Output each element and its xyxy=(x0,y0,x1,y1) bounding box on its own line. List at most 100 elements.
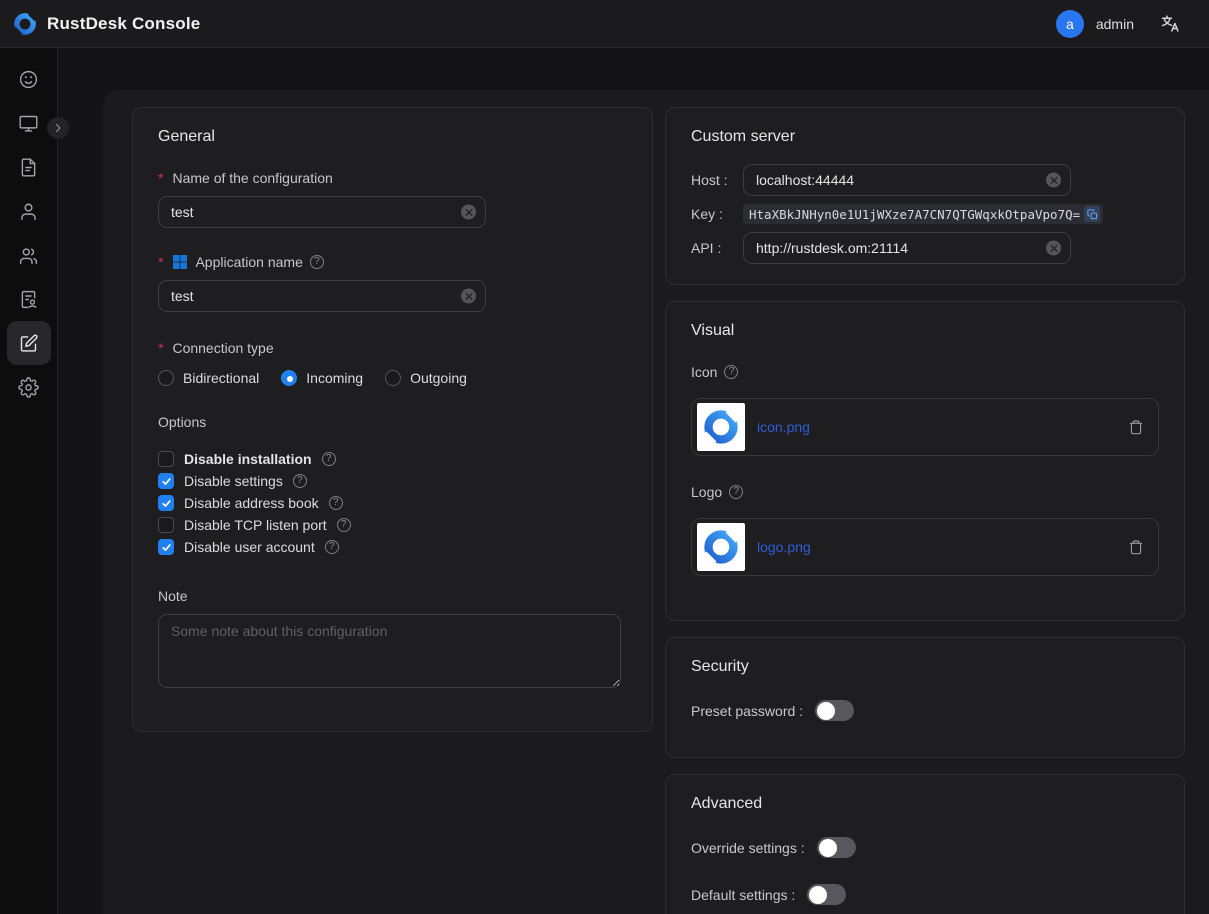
advanced-card: Advanced Override settings : Default set… xyxy=(665,774,1185,914)
avatar-initial: a xyxy=(1066,16,1074,32)
translate-icon[interactable] xyxy=(1160,13,1181,34)
note-label: Note xyxy=(158,588,627,604)
help-icon[interactable]: ? xyxy=(724,365,738,379)
gear-icon xyxy=(18,377,39,398)
sidebar-item-dashboard[interactable] xyxy=(7,57,51,101)
visual-card: Visual Icon ? xyxy=(665,301,1185,621)
edit-icon xyxy=(18,333,39,354)
monitor-icon xyxy=(18,113,39,134)
document-user-icon xyxy=(18,289,39,310)
document-icon xyxy=(18,157,39,178)
custom-server-card: Custom server Host : Key : H xyxy=(665,107,1185,285)
required-marker: * xyxy=(158,170,163,186)
content-panel: General * Name of the configuration xyxy=(103,90,1209,914)
smiley-icon xyxy=(18,69,39,90)
security-title: Security xyxy=(691,658,1159,676)
checkbox-disable-settings[interactable]: Disable settings ? xyxy=(158,470,627,492)
required-marker: * xyxy=(158,340,163,356)
api-input[interactable] xyxy=(743,232,1071,264)
icon-thumbnail xyxy=(697,403,745,451)
logo-upload-item: logo.png xyxy=(691,518,1159,576)
host-label: Host : xyxy=(691,172,743,188)
chevron-right-icon xyxy=(52,122,64,134)
rustdesk-logo-icon xyxy=(12,11,38,37)
preset-password-label: Preset password : xyxy=(691,703,803,719)
sidebar-expand-button[interactable] xyxy=(47,117,69,139)
connection-type-group: Bidirectional Incoming Outgoing xyxy=(158,370,627,386)
visual-title: Visual xyxy=(691,322,1159,340)
key-value-chip: HtaXBkJNHyn0e1U1jWXze7A7CN7QTGWqxkOtpaVp… xyxy=(743,204,1103,224)
required-marker: * xyxy=(158,254,163,270)
custom-server-title: Custom server xyxy=(691,128,1159,146)
connection-type-label: * Connection type xyxy=(158,340,627,356)
help-icon[interactable]: ? xyxy=(337,518,351,532)
clear-icon[interactable] xyxy=(461,205,476,220)
clear-icon[interactable] xyxy=(461,289,476,304)
app-name-input[interactable] xyxy=(158,280,486,312)
host-field xyxy=(743,164,1071,196)
radio-outgoing[interactable]: Outgoing xyxy=(385,370,467,386)
sidebar-item-groups[interactable] xyxy=(7,233,51,277)
override-settings-label: Override settings : xyxy=(691,840,805,856)
options-list: Disable installation ? Disable settings … xyxy=(158,448,627,558)
clear-icon[interactable] xyxy=(1046,241,1061,256)
radio-incoming[interactable]: Incoming xyxy=(281,370,363,386)
config-name-field xyxy=(158,196,486,228)
users-icon xyxy=(18,245,39,266)
icon-upload-item: icon.png xyxy=(691,398,1159,456)
avatar[interactable]: a xyxy=(1056,10,1084,38)
top-bar: RustDesk Console a admin xyxy=(0,0,1209,48)
username: admin xyxy=(1096,16,1134,32)
logo-label: Logo ? xyxy=(691,484,1159,500)
options-label: Options xyxy=(158,414,627,430)
copy-icon[interactable] xyxy=(1084,206,1100,222)
radio-bidirectional[interactable]: Bidirectional xyxy=(158,370,259,386)
checkbox-disable-user-account[interactable]: Disable user account ? xyxy=(158,536,627,558)
config-name-label: * Name of the configuration xyxy=(158,170,627,186)
help-icon[interactable]: ? xyxy=(729,485,743,499)
app-name-label: * Application name ? xyxy=(158,254,627,270)
trash-icon[interactable] xyxy=(1128,419,1144,435)
app-name-field xyxy=(158,280,486,312)
app-title: RustDesk Console xyxy=(47,14,200,34)
brand: RustDesk Console xyxy=(12,11,200,37)
sidebar xyxy=(0,48,58,914)
logo-thumbnail xyxy=(697,523,745,571)
help-icon[interactable]: ? xyxy=(293,474,307,488)
security-card: Security Preset password : xyxy=(665,637,1185,758)
sidebar-item-address-books[interactable] xyxy=(7,277,51,321)
user-icon xyxy=(18,201,39,222)
default-settings-row: Default settings : xyxy=(691,884,1159,905)
help-icon[interactable]: ? xyxy=(325,540,339,554)
host-input[interactable] xyxy=(743,164,1071,196)
icon-label: Icon ? xyxy=(691,364,1159,380)
config-name-input[interactable] xyxy=(158,196,486,228)
preset-password-toggle[interactable] xyxy=(815,700,854,721)
help-icon[interactable]: ? xyxy=(329,496,343,510)
help-icon[interactable]: ? xyxy=(310,255,324,269)
sidebar-item-custom-client[interactable] xyxy=(7,321,51,365)
trash-icon[interactable] xyxy=(1128,539,1144,555)
general-title: General xyxy=(158,128,627,146)
sidebar-item-settings[interactable] xyxy=(7,365,51,409)
clear-icon[interactable] xyxy=(1046,173,1061,188)
api-field xyxy=(743,232,1071,264)
default-settings-label: Default settings : xyxy=(691,887,795,903)
checkbox-disable-address-book[interactable]: Disable address book ? xyxy=(158,492,627,514)
api-label: API : xyxy=(691,240,743,256)
advanced-title: Advanced xyxy=(691,795,1159,813)
sidebar-item-users[interactable] xyxy=(7,189,51,233)
override-settings-row: Override settings : xyxy=(691,837,1159,858)
logo-filename-link[interactable]: logo.png xyxy=(757,539,811,555)
general-card: General * Name of the configuration xyxy=(132,107,653,732)
checkbox-disable-installation[interactable]: Disable installation ? xyxy=(158,448,627,470)
checkbox-disable-tcp-listen-port[interactable]: Disable TCP listen port ? xyxy=(158,514,627,536)
help-icon[interactable]: ? xyxy=(322,452,336,466)
windows-logo-icon xyxy=(172,254,188,270)
note-textarea[interactable] xyxy=(158,614,621,688)
override-settings-toggle[interactable] xyxy=(817,837,856,858)
default-settings-toggle[interactable] xyxy=(807,884,846,905)
sidebar-item-audit[interactable] xyxy=(7,145,51,189)
icon-filename-link[interactable]: icon.png xyxy=(757,419,810,435)
sidebar-item-devices[interactable] xyxy=(7,101,51,145)
